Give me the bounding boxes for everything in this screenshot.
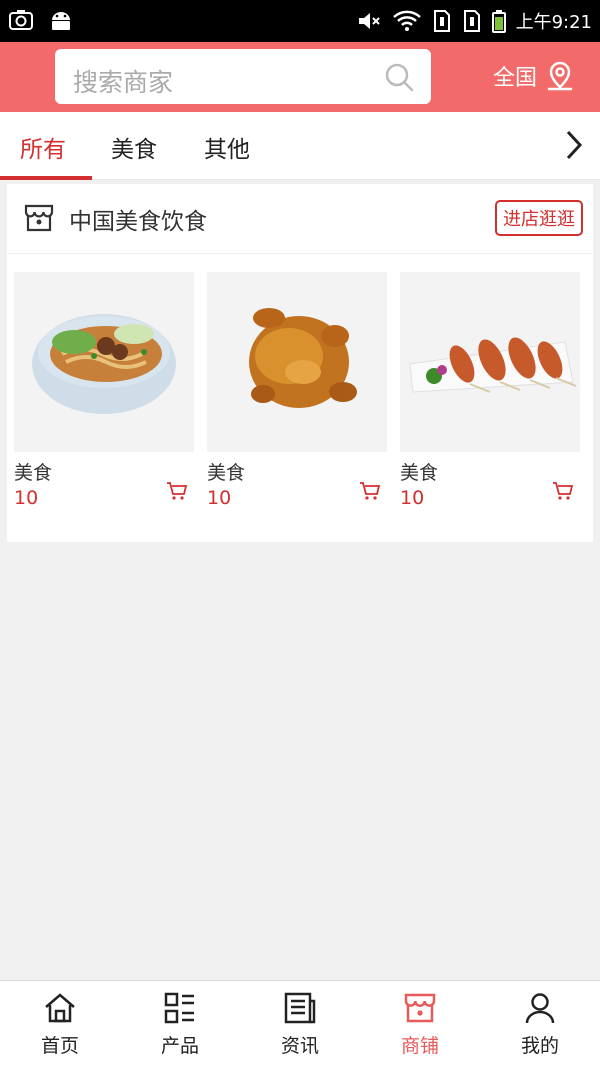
home-icon — [45, 993, 75, 1023]
product-image-roast-chicken[interactable] — [207, 272, 387, 452]
category-tabs: 所有 美食 其他 — [0, 112, 600, 180]
visit-store-button[interactable]: 进店逛逛 — [495, 200, 583, 236]
product-card[interactable]: 美食 10 — [400, 272, 580, 509]
nav-label: 资讯 — [280, 1035, 319, 1057]
location-pin-icon — [547, 61, 573, 91]
screenshot-icon — [9, 10, 33, 30]
sim1-icon — [433, 10, 450, 32]
header: 搜索商家 全国 — [0, 42, 600, 112]
search-placeholder: 搜索商家 — [73, 68, 174, 97]
product-card[interactable]: 美食 10 — [207, 272, 387, 509]
news-icon — [284, 992, 316, 1024]
status-bar: 上午9:21 — [0, 0, 600, 42]
search-input[interactable]: 搜索商家 — [55, 49, 431, 104]
cart-icon[interactable] — [166, 481, 188, 501]
product-image-grilled-skewers[interactable] — [400, 272, 580, 452]
status-time: 上午9:21 — [515, 12, 592, 33]
nav-label: 产品 — [160, 1035, 199, 1057]
wifi-icon — [392, 10, 421, 31]
cart-icon[interactable] — [552, 481, 574, 501]
shop-icon — [404, 993, 436, 1023]
nav-profile[interactable]: 我的 — [480, 991, 600, 1058]
nav-label: 首页 — [40, 1035, 79, 1057]
nav-shops[interactable]: 商铺 — [360, 991, 480, 1058]
store-card: 中国美食饮食 进店逛逛 美食 10 美食 10 美食 10 — [7, 184, 593, 542]
nav-products[interactable]: 产品 — [120, 991, 240, 1058]
product-image-noodle-bowl[interactable] — [14, 272, 194, 452]
nav-label: 商铺 — [400, 1035, 439, 1057]
cart-icon[interactable] — [359, 481, 381, 501]
tab-other[interactable]: 其他 — [204, 130, 250, 164]
store-header: 中国美食饮食 进店逛逛 — [7, 184, 593, 254]
bottom-nav: 首页 产品 资讯 商铺 我的 — [0, 980, 600, 1067]
active-tab-indicator — [0, 176, 92, 180]
tab-food[interactable]: 美食 — [111, 130, 157, 164]
nav-news[interactable]: 资讯 — [240, 991, 360, 1058]
region-label: 全国 — [493, 66, 538, 91]
store-icon — [24, 204, 54, 232]
tab-all[interactable]: 所有 — [20, 130, 66, 164]
android-icon — [52, 12, 70, 30]
user-icon — [525, 993, 555, 1024]
region-selector[interactable]: 全国 — [493, 60, 575, 92]
store-name: 中国美食饮食 — [69, 209, 207, 235]
product-card[interactable]: 美食 10 — [14, 272, 194, 509]
nav-label: 我的 — [520, 1035, 559, 1057]
status-right: 上午9:21 — [356, 8, 592, 34]
nav-home[interactable]: 首页 — [0, 991, 120, 1058]
mute-icon — [358, 13, 380, 29]
search-icon[interactable] — [383, 61, 415, 93]
product-list-icon — [164, 992, 194, 1024]
chevron-right-icon[interactable] — [560, 128, 588, 162]
battery-icon — [491, 10, 506, 33]
sim2-icon — [463, 10, 480, 32]
status-left-icons — [8, 8, 74, 32]
